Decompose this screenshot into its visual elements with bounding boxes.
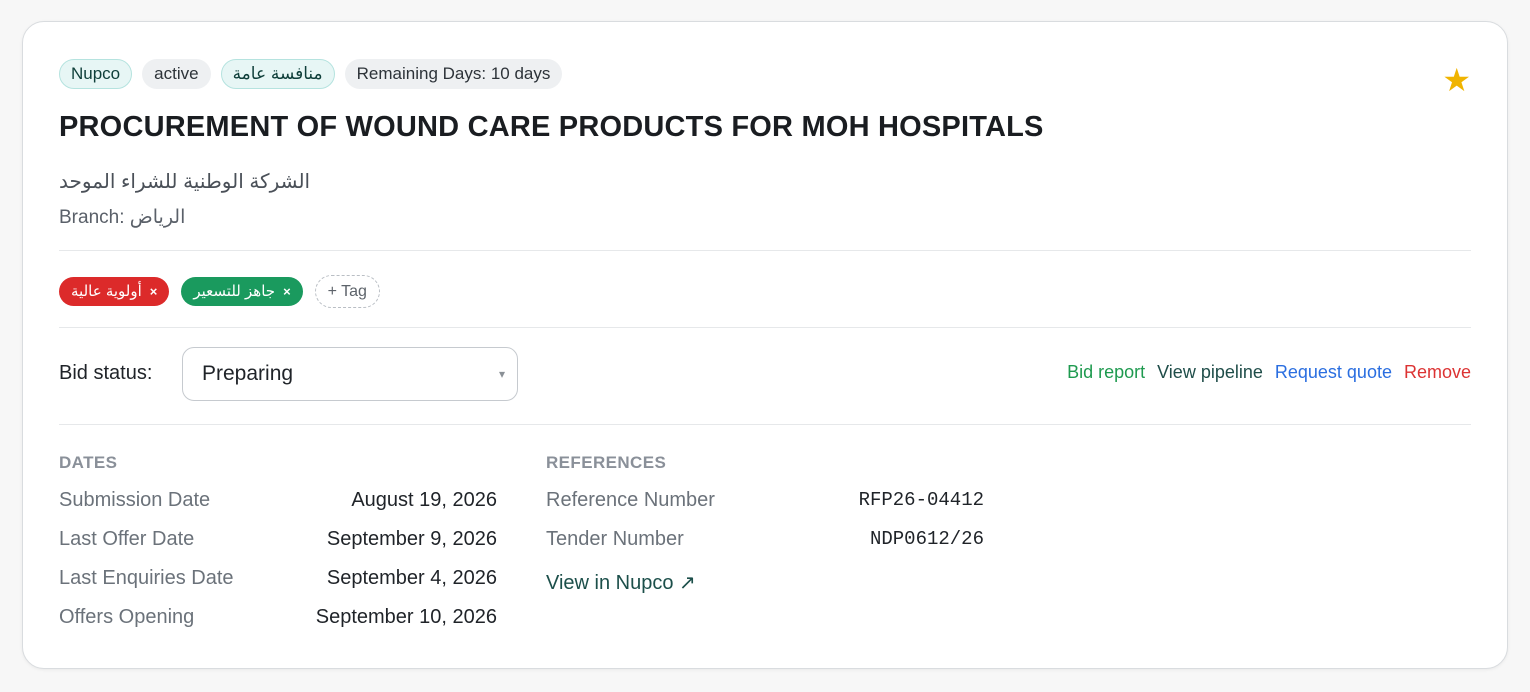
references-heading: REFERENCES [546,453,667,472]
tag-label: أولوية عالية [71,283,142,300]
last-offer-date-label: Last Offer Date [59,528,195,550]
badge-row: Nupco active منافسة عامة Remaining Days:… [59,59,563,89]
divider [59,424,1471,425]
divider [59,327,1471,328]
tender-card-content: Nupco active منافسة عامة Remaining Days:… [59,22,1471,668]
reference-number-value: RFP26-04412 [858,489,984,511]
offers-opening-label: Offers Opening [59,606,195,628]
request-quote-link[interactable]: Request quote [1275,362,1392,383]
tender-number-value: NDP0612/26 [869,528,984,550]
tag-label: جاهز للتسعير [193,283,276,300]
source-badge: Nupco [59,59,133,89]
chevron-down-icon: ▾ [498,367,505,381]
view-pipeline-link[interactable]: View pipeline [1157,362,1263,383]
tag-list: أولوية عالية × جاهز للتسعير × + Tag [59,275,380,308]
action-links: Bid report View pipeline Request quote R… [1067,362,1471,383]
remaining-days-badge: Remaining Days: 10 days [344,59,563,89]
dates-heading: DATES [59,453,118,472]
tender-title: PROCUREMENT OF WOUND CARE PRODUCTS FOR M… [59,111,1044,143]
bid-status-label: Bid status: [59,362,153,384]
view-in-nupco-link[interactable]: View in Nupco ↗ [546,570,696,595]
remove-tag-icon[interactable]: × [150,277,158,306]
divider [59,250,1471,251]
tender-type-badge: منافسة عامة [220,59,335,89]
bid-report-link[interactable]: Bid report [1067,362,1145,383]
offers-opening-value: September 10, 2026 [315,606,497,628]
tender-number-label: Tender Number [546,528,684,550]
remove-link[interactable]: Remove [1404,362,1471,383]
bid-status-value: Preparing [202,362,294,385]
bid-status-select[interactable]: Preparing ▾ [182,347,518,401]
branch-label: Branch: الرياض [59,207,186,228]
tag-high-priority: أولوية عالية × [59,277,170,306]
remove-tag-icon[interactable]: × [283,277,291,306]
agency-name: الشركة الوطنية للشراء الموحد [59,171,311,193]
add-tag-button[interactable]: + Tag [314,275,380,308]
last-enquiries-date-label: Last Enquiries Date [59,567,234,589]
tag-ready-for-pricing: جاهز للتسعير × [181,277,303,306]
status-badge: active [142,59,211,89]
star-icon[interactable]: ★ [1442,64,1471,96]
last-offer-date-value: September 9, 2026 [326,528,497,550]
tender-card: Nupco active منافسة عامة Remaining Days:… [22,21,1508,669]
submission-date-value: August 19, 2026 [351,489,497,511]
reference-number-label: Reference Number [546,489,715,511]
submission-date-label: Submission Date [59,489,211,511]
last-enquiries-date-value: September 4, 2026 [326,567,497,589]
